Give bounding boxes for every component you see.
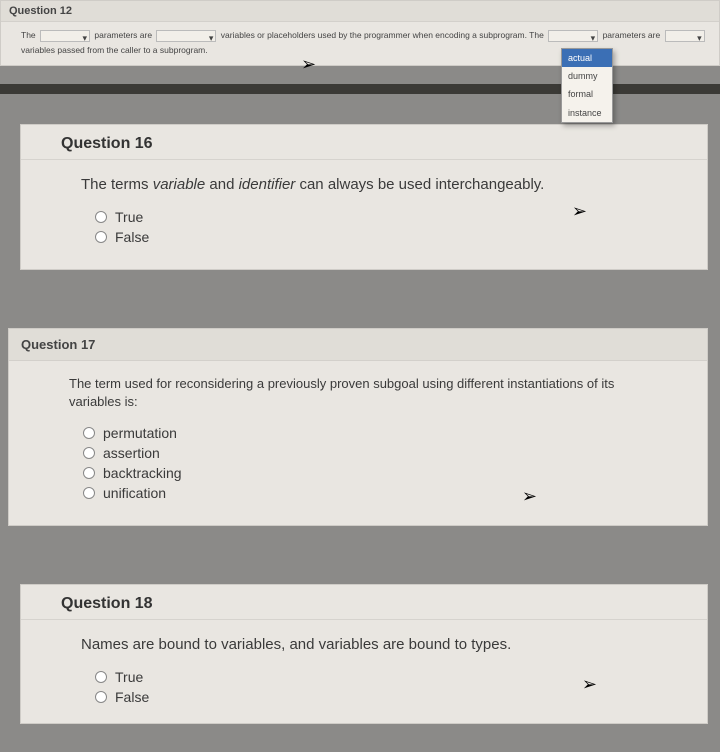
question-18-header: Question 18 [21,585,707,620]
radio-icon [83,467,95,479]
question-16-text: The terms variable and identifier can al… [81,174,667,195]
q17-opt-c-label: backtracking [103,465,182,481]
q12-text-2: parameters are [94,30,152,40]
q16-false-label: False [115,229,149,245]
dropdown-option-dummy[interactable]: dummy [562,67,612,85]
question-16-body: The terms variable and identifier can al… [21,160,707,269]
q12-select-3[interactable] [548,30,598,42]
radio-icon [83,427,95,439]
q17-option-permutation[interactable]: permutation [83,425,667,441]
question-18-body: Names are bound to variables, and variab… [21,620,707,723]
q12-text-4: parameters are [603,30,661,40]
q12-select-4[interactable] [665,30,705,42]
q12-text-1: The [21,30,36,40]
q12-select-2[interactable] [156,30,216,42]
q18-false-label: False [115,689,149,705]
q17-opt-d-label: unification [103,485,166,501]
question-12-block: Question 12 The parameters are variables… [0,0,720,66]
radio-icon [83,447,95,459]
radio-icon [95,691,107,703]
q18-option-false[interactable]: False [95,689,667,705]
q12-dropdown-open[interactable]: actual dummy formal instance [561,48,613,123]
q18-option-true[interactable]: True [95,669,667,685]
question-16-block: Question 16 The terms variable and ident… [20,124,708,270]
q12-text-5: variables passed from the caller to a su… [21,45,208,55]
q17-option-backtracking[interactable]: backtracking [83,465,667,481]
dropdown-option-formal[interactable]: formal [562,85,612,103]
q17-option-unification[interactable]: unification [83,485,667,501]
dropdown-option-actual[interactable]: actual [562,49,612,67]
q17-option-assertion[interactable]: assertion [83,445,667,461]
q16-option-true[interactable]: True [95,209,667,225]
radio-icon [95,231,107,243]
q12-text-3: variables or placeholders used by the pr… [221,30,544,40]
question-16-header: Question 16 [21,125,707,160]
question-17-text: The term used for reconsidering a previo… [69,375,667,411]
q18-true-label: True [115,669,143,685]
radio-icon [95,671,107,683]
q16-option-false[interactable]: False [95,229,667,245]
question-18-block: Question 18 Names are bound to variables… [20,584,708,724]
q12-select-1[interactable] [40,30,90,42]
q17-opt-b-label: assertion [103,445,160,461]
dropdown-option-instance[interactable]: instance [562,104,612,122]
q16-true-label: True [115,209,143,225]
question-17-header: Question 17 [9,329,707,361]
radio-icon [83,487,95,499]
question-17-body: The term used for reconsidering a previo… [9,361,707,525]
q17-opt-a-label: permutation [103,425,177,441]
radio-icon [95,211,107,223]
question-12-body: The parameters are variables or placehol… [1,22,719,65]
question-12-header: Question 12 [1,1,719,22]
question-18-text: Names are bound to variables, and variab… [81,634,667,655]
cursor-icon: ➢ [301,48,316,80]
question-17-block: Question 17 The term used for reconsider… [8,328,708,526]
